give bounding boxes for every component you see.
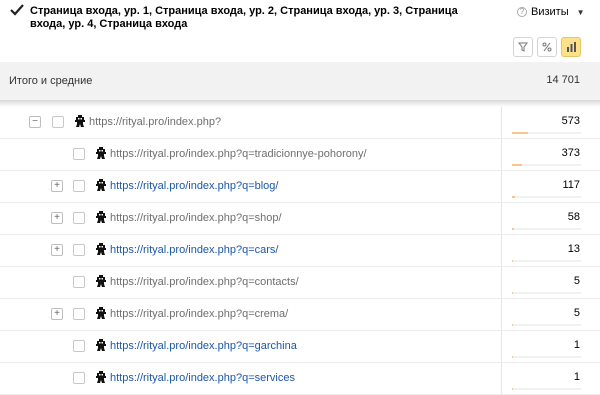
row-visits-value: 117 xyxy=(562,179,580,191)
bar-chart-toggle[interactable] xyxy=(561,37,581,57)
table-header: Страница входа, ур. 1, Страница входа, у… xyxy=(0,0,600,62)
table-row[interactable]: + https://rityal.pro/index.php?q=blog/117 xyxy=(0,171,600,203)
totals-row: Итого и средние 14 701 xyxy=(0,62,600,100)
row-bar-track xyxy=(512,228,581,230)
expand-button[interactable]: + xyxy=(51,244,63,256)
expand-button[interactable]: + xyxy=(51,308,63,320)
question-icon[interactable]: ? xyxy=(517,7,527,17)
row-bar-track xyxy=(512,164,581,166)
dimension-title[interactable]: Страница входа, ур. 1, Страница входа, у… xyxy=(30,5,495,31)
row-bar-track xyxy=(512,196,581,198)
row-checkbox[interactable] xyxy=(73,148,85,160)
row-url-link[interactable]: https://rityal.pro/index.php?q=garchina xyxy=(110,340,297,352)
filter-button[interactable] xyxy=(513,37,533,57)
row-checkbox[interactable] xyxy=(73,212,85,224)
row-bar-fill xyxy=(512,164,522,166)
robot-icon xyxy=(96,371,106,383)
row-bar-track xyxy=(512,132,581,134)
row-bar-fill xyxy=(512,228,514,230)
row-bar-fill xyxy=(512,260,513,262)
table-row[interactable]: https://rityal.pro/index.php?q=services 1 xyxy=(0,363,600,395)
row-url-link[interactable]: https://rityal.pro/index.php?q=services xyxy=(110,372,295,384)
row-checkbox[interactable] xyxy=(73,340,85,352)
row-checkbox[interactable] xyxy=(73,308,85,320)
row-checkbox[interactable] xyxy=(52,116,64,128)
row-bar-fill xyxy=(512,388,513,390)
totals-value: 14 701 xyxy=(546,74,580,86)
robot-icon xyxy=(75,115,85,127)
row-visits-value: 373 xyxy=(561,147,580,159)
row-bar-track xyxy=(512,388,581,390)
row-url-link[interactable]: https://rityal.pro/index.php?q=tradicion… xyxy=(110,148,367,160)
row-visits-value: 1 xyxy=(573,339,580,351)
checkmark-icon[interactable] xyxy=(10,4,24,16)
metric-selector[interactable]: ? Визиты ▼ xyxy=(517,5,585,19)
percent-button[interactable] xyxy=(537,37,557,57)
row-bar-track xyxy=(512,292,581,294)
robot-icon xyxy=(96,179,106,191)
totals-label: Итого и средние xyxy=(9,75,93,87)
percent-icon xyxy=(542,42,552,52)
bar-chart-icon xyxy=(566,42,576,52)
row-bar-fill xyxy=(512,292,513,294)
row-bar-fill xyxy=(512,324,513,326)
expand-button[interactable]: + xyxy=(51,180,63,192)
robot-icon xyxy=(96,147,106,159)
row-bar-fill xyxy=(512,132,528,134)
row-url-link[interactable]: https://rityal.pro/index.php?q=shop/ xyxy=(110,212,282,224)
row-bar-fill xyxy=(512,196,515,198)
table-row[interactable]: https://rityal.pro/index.php?q=tradicion… xyxy=(0,139,600,171)
robot-icon xyxy=(96,339,106,351)
robot-icon xyxy=(96,211,106,223)
row-bar-track xyxy=(512,324,581,326)
row-url-link[interactable]: https://rityal.pro/index.php?q=cars/ xyxy=(110,244,278,256)
robot-icon xyxy=(96,307,106,319)
row-url-link[interactable]: https://rityal.pro/index.php? xyxy=(89,116,221,128)
filter-icon xyxy=(518,42,528,52)
row-checkbox[interactable] xyxy=(73,244,85,256)
table-row[interactable]: https://rityal.pro/index.php?q=contacts/… xyxy=(0,267,600,299)
metric-label[interactable]: Визиты xyxy=(531,6,569,18)
row-visits-value: 5 xyxy=(573,307,580,319)
expand-button[interactable]: + xyxy=(51,212,63,224)
table-row[interactable]: + https://rityal.pro/index.php?q=shop/58 xyxy=(0,203,600,235)
table-row[interactable]: − https://rityal.pro/index.php? 573 xyxy=(0,107,600,139)
row-visits-value: 5 xyxy=(573,275,580,287)
row-checkbox[interactable] xyxy=(73,372,85,384)
table-row[interactable]: + https://rityal.pro/index.php?q=crema/5 xyxy=(0,299,600,331)
table-row[interactable]: https://rityal.pro/index.php?q=garchina 1 xyxy=(0,331,600,363)
triangle-down-icon[interactable]: ▼ xyxy=(577,8,585,17)
table-row[interactable]: + https://rityal.pro/index.php?q=cars/13 xyxy=(0,235,600,267)
row-bar-track xyxy=(512,260,581,262)
row-bar-fill xyxy=(512,356,513,358)
row-visits-value: 573 xyxy=(561,115,580,127)
row-bar-track xyxy=(512,356,581,358)
row-visits-value: 58 xyxy=(567,211,580,223)
robot-icon xyxy=(96,243,106,255)
row-visits-value: 13 xyxy=(567,243,580,255)
row-visits-value: 1 xyxy=(573,371,580,383)
header-shadow xyxy=(0,100,600,107)
collapse-button[interactable]: − xyxy=(29,116,41,128)
row-checkbox[interactable] xyxy=(73,180,85,192)
row-url-link[interactable]: https://rityal.pro/index.php?q=crema/ xyxy=(110,308,288,320)
robot-icon xyxy=(96,275,106,287)
row-url-link[interactable]: https://rityal.pro/index.php?q=contacts/ xyxy=(110,276,299,288)
row-checkbox[interactable] xyxy=(73,276,85,288)
row-url-link[interactable]: https://rityal.pro/index.php?q=blog/ xyxy=(110,180,278,192)
